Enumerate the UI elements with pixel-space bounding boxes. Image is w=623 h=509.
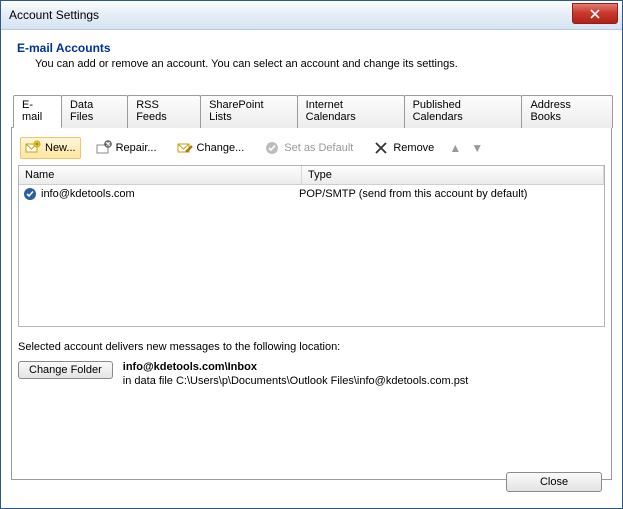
- column-header-name[interactable]: Name: [19, 166, 302, 184]
- repair-account-button[interactable]: Repair...: [91, 137, 162, 159]
- repair-icon: [96, 140, 112, 156]
- remove-label: Remove: [393, 142, 434, 154]
- dialog-body: E-mail Accounts You can add or remove an…: [11, 35, 612, 498]
- remove-account-button[interactable]: Remove: [368, 137, 439, 159]
- column-header-type[interactable]: Type: [302, 166, 604, 184]
- close-icon: [590, 9, 600, 19]
- change-icon: [177, 140, 193, 156]
- tab-internet-calendars[interactable]: Internet Calendars: [297, 95, 405, 128]
- set-default-button: Set as Default: [259, 137, 358, 159]
- toolbar: New... Repair... Change...: [18, 134, 605, 165]
- delivery-caption: Selected account delivers new messages t…: [18, 341, 605, 353]
- tab-sharepoint-lists[interactable]: SharePoint Lists: [200, 95, 298, 128]
- delivery-location-folder: info@kdetools.com\Inbox: [123, 361, 469, 373]
- default-account-icon: [23, 187, 37, 201]
- remove-icon: [373, 140, 389, 156]
- set-default-label: Set as Default: [284, 142, 353, 154]
- account-type-cell: POP/SMTP (send from this account by defa…: [293, 188, 600, 200]
- account-name: info@kdetools.com: [41, 188, 135, 200]
- tab-strip: E-mail Data Files RSS Feeds SharePoint L…: [11, 94, 612, 128]
- repair-label: Repair...: [116, 142, 157, 154]
- tab-email[interactable]: E-mail: [13, 95, 62, 128]
- account-name-cell: info@kdetools.com: [23, 187, 293, 201]
- account-settings-window: Account Settings E-mail Accounts You can…: [0, 0, 623, 509]
- change-account-button[interactable]: Change...: [172, 137, 250, 159]
- section-subtitle: You can add or remove an account. You ca…: [17, 58, 606, 70]
- window-title: Account Settings: [1, 8, 99, 22]
- section-header: E-mail Accounts You can add or remove an…: [11, 35, 612, 84]
- dialog-footer: Close: [11, 466, 612, 498]
- section-title: E-mail Accounts: [17, 41, 606, 55]
- check-circle-icon: [264, 140, 280, 156]
- tab-published-calendars[interactable]: Published Calendars: [404, 95, 523, 128]
- tab-panel-email: New... Repair... Change...: [11, 128, 612, 480]
- title-bar: Account Settings: [1, 1, 622, 30]
- accounts-list: Name Type info@kdetools.com POP/SMTP (se…: [18, 165, 605, 327]
- change-folder-button[interactable]: Change Folder: [18, 361, 113, 379]
- tab-data-files[interactable]: Data Files: [61, 95, 128, 128]
- change-label: Change...: [197, 142, 245, 154]
- tab-rss-feeds[interactable]: RSS Feeds: [127, 95, 201, 128]
- delivery-location: info@kdetools.com\Inbox in data file C:\…: [123, 361, 469, 387]
- new-icon: [25, 140, 41, 156]
- new-account-button[interactable]: New...: [20, 137, 81, 159]
- new-label: New...: [45, 142, 76, 154]
- list-body: info@kdetools.com POP/SMTP (send from th…: [19, 185, 604, 326]
- list-header: Name Type: [19, 166, 604, 185]
- close-button[interactable]: Close: [506, 472, 602, 492]
- delivery-location-path: in data file C:\Users\p\Documents\Outloo…: [123, 375, 469, 387]
- tab-address-books[interactable]: Address Books: [521, 95, 613, 128]
- window-close-button[interactable]: [572, 3, 618, 24]
- move-down-button: ▼: [471, 141, 483, 155]
- account-row[interactable]: info@kdetools.com POP/SMTP (send from th…: [19, 185, 604, 203]
- move-up-button: ▲: [449, 141, 461, 155]
- delivery-info: Selected account delivers new messages t…: [18, 341, 605, 387]
